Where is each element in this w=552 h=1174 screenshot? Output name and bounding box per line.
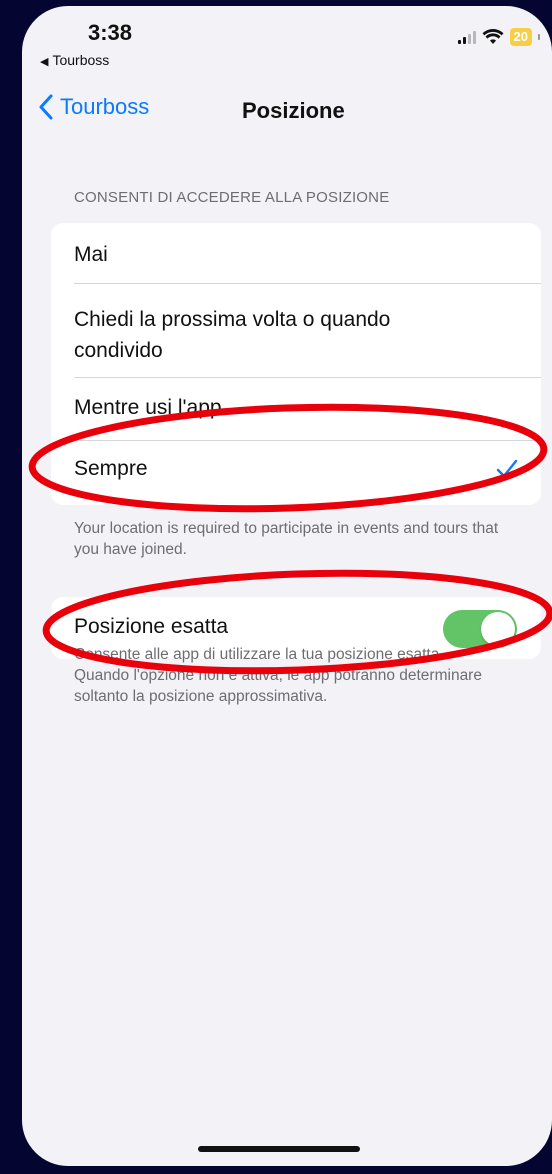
wifi-icon [482,29,504,44]
nav-back-button[interactable]: Tourboss [38,94,149,120]
status-time: 3:38 [88,20,133,45]
precise-location-toggle[interactable] [443,610,517,648]
nav-back-label: Tourboss [60,94,150,119]
option-mai[interactable]: Mai [51,223,541,284]
home-indicator[interactable] [198,1146,360,1152]
back-to-app-link[interactable]: ◀ Tourboss [40,52,109,68]
back-triangle-icon: ◀ [40,56,49,68]
option-mentre-usi[interactable]: Mentre usi l'app [51,378,541,441]
battery-icon: 20 [509,28,532,46]
toggle-knob [481,612,515,646]
option-sempre[interactable]: Sempre [51,441,541,505]
location-access-header: CONSENTI DI ACCEDERE ALLA POSIZIONE [74,189,390,206]
location-access-options: Mai Chiedi la prossima volta o quando co… [51,223,541,505]
location-access-footer: Your location is required to participate… [74,520,499,558]
signal-bars-icon [457,30,476,44]
option-label: Mentre usi l'app [74,396,222,419]
option-chiedi[interactable]: Chiedi la prossima volta o quando condiv… [51,284,541,378]
phone-screen: 3:38 ◀ Tourboss 20 Tourboss Posizione CON… [22,6,552,1166]
option-label: Chiedi la prossima volta o quando condiv… [74,308,391,362]
precise-location-footer: Consente alle app di utilizzare la tua p… [74,646,482,705]
back-app-label: Tourboss [52,52,110,68]
battery-nub [538,34,540,40]
page-title: Posizione [242,98,345,123]
navigation-bar: Tourboss Posizione [22,86,552,130]
chevron-left-icon [39,94,53,120]
option-label: Sempre [74,457,148,480]
option-label: Mai [74,243,108,266]
checkmark-icon [496,459,518,478]
precise-location-label: Posizione esatta [74,615,229,638]
status-bar: 3:38 ◀ Tourboss 20 [22,6,552,76]
status-icons: 20 [457,28,540,46]
